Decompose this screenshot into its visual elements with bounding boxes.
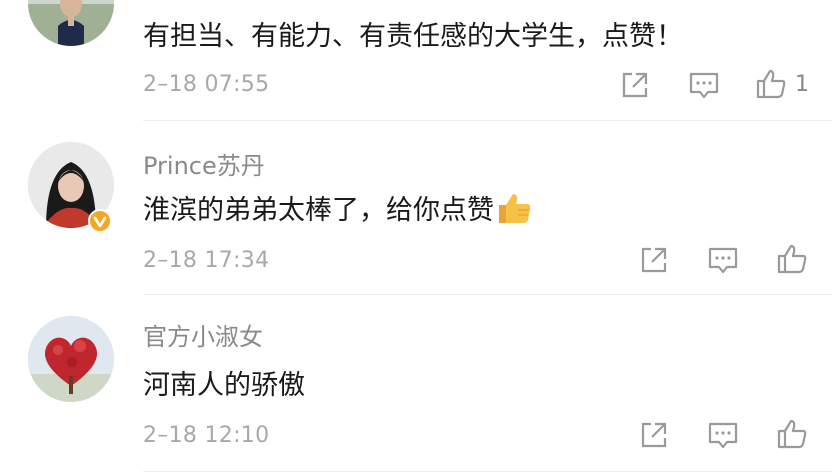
like-count: 1	[795, 72, 809, 97]
like-button[interactable]	[776, 243, 808, 275]
like-button[interactable]	[776, 418, 808, 450]
like-button[interactable]	[755, 68, 787, 100]
reply-button[interactable]	[707, 244, 739, 276]
reply-button[interactable]	[707, 419, 739, 451]
reply-icon	[689, 72, 719, 99]
reply-icon	[708, 422, 738, 449]
comment-item: 官方小淑女 河南人的骄傲 2–18 12:10	[0, 295, 832, 475]
comment-text: 淮滨的弟弟太棒了，给你点赞	[143, 195, 494, 226]
like-icon	[756, 69, 786, 99]
divider	[143, 471, 832, 472]
comment-timestamp: 2–18 12:10	[143, 423, 270, 448]
share-icon	[622, 72, 648, 98]
comment-text: 有担当、有能力、有责任感的大学生，点赞！	[143, 21, 683, 52]
share-button[interactable]	[619, 69, 651, 101]
avatar[interactable]	[28, 0, 114, 46]
share-button[interactable]	[638, 419, 670, 451]
reply-icon	[708, 247, 738, 274]
share-icon	[641, 422, 667, 448]
comment-text-row: 淮滨的弟弟太棒了，给你点赞	[143, 188, 532, 232]
comment-text: 河南人的骄傲	[143, 370, 305, 401]
comment-timestamp: 2–18 17:34	[143, 248, 270, 273]
avatar[interactable]	[28, 316, 114, 402]
like-icon	[777, 419, 807, 449]
reply-button[interactable]	[688, 69, 720, 101]
share-button[interactable]	[638, 244, 670, 276]
comment-username[interactable]: Prince苏丹	[143, 146, 265, 181]
thumbs-up-emoji	[496, 191, 532, 232]
comment-timestamp: 2–18 07:55	[143, 72, 270, 97]
comment-item: 有担当、有能力、有责任感的大学生，点赞！ 2–18 07:55 1	[0, 0, 832, 121]
comment-item: Prince苏丹 淮滨的弟弟太棒了，给你点赞 2–18 17:34	[0, 121, 832, 295]
verified-badge-icon	[88, 209, 112, 233]
comment-username[interactable]: 官方小淑女	[143, 317, 263, 352]
like-icon	[777, 244, 807, 274]
share-icon	[641, 247, 667, 273]
